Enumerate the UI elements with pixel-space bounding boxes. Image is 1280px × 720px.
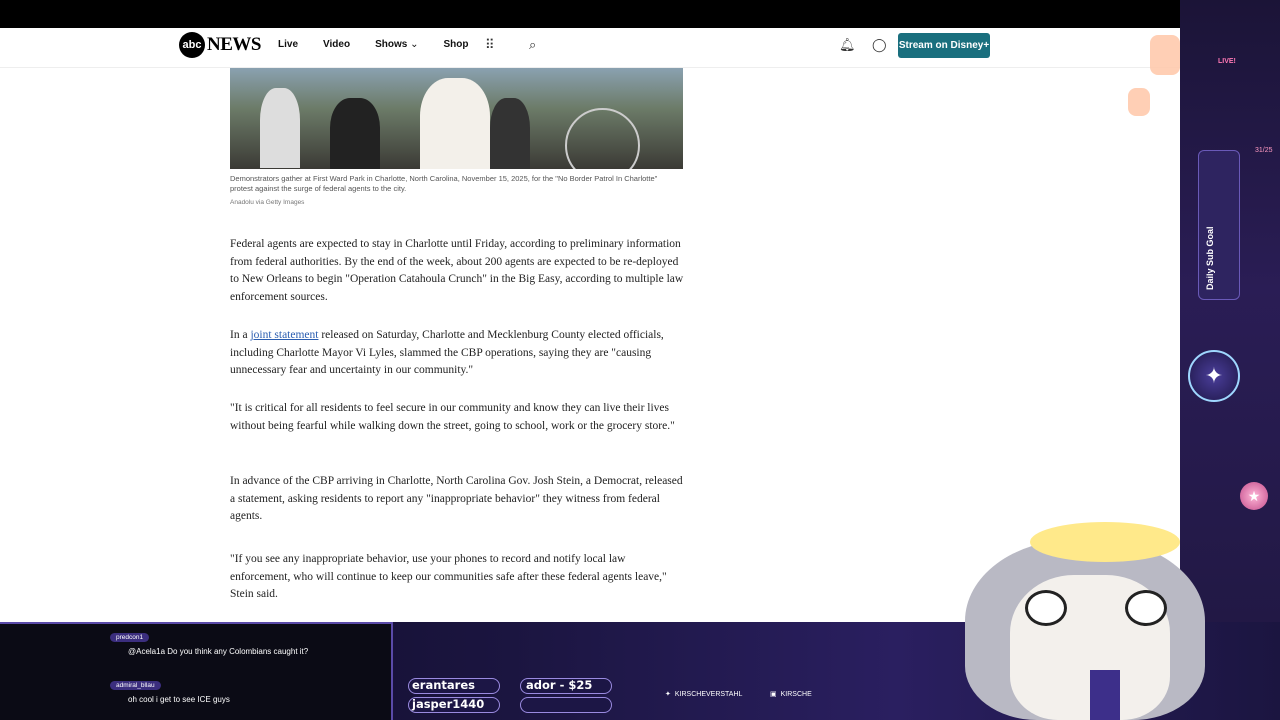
nav-shows-label: Shows [375,39,408,50]
article-paragraph: "If you see any inappropriate behavior, … [230,553,667,601]
ticker-donation: ador - $25 [526,678,593,692]
stream-on-disney-button[interactable]: Stream on Disney+ [898,33,990,58]
nav-shop[interactable]: Shop [443,39,468,50]
photo-figure [420,78,490,169]
chat-username: predcon1 [110,633,150,642]
lantern-decoration [1128,88,1150,116]
nav-video[interactable]: Video [323,39,350,50]
photo-credit: Anadolu via Getty Images [230,199,305,206]
joint-statement-link[interactable]: joint statement [250,329,318,341]
live-tag: LIVE! [1218,58,1236,65]
grid-menu-icon[interactable]: ⠿ [485,37,495,53]
news-logo-text: NEWS [207,34,261,55]
social-twitter: ✦ KIRSCHEVERSTAHL [665,690,743,699]
nav-shows[interactable]: Shows ⌄ [375,39,418,50]
search-icon[interactable]: ⌕ [529,37,536,53]
avatar-tie [1090,670,1120,720]
avatar-eye [1025,590,1067,626]
abc-logo-mark: abc [179,32,205,58]
avatar-hat [1030,522,1180,562]
star-icon: ★ [1240,482,1268,510]
photo-caption: Demonstrators gather at First Ward Park … [230,174,658,193]
avatar-eye [1125,590,1167,626]
social-handle: KIRSCHEVERSTAHL [674,690,743,698]
article-paragraph: "It is critical for all residents to fee… [230,402,675,432]
vtuber-avatar [945,520,1235,720]
ticker-subscriber: jasper1440 [412,697,485,711]
user-icon[interactable]: ◯ [872,37,887,53]
photo-figure [330,98,380,169]
article-paragraph: Federal agents are expected to stay in C… [230,238,684,304]
ticker-pill [520,697,612,713]
star-icon: ✦ [1188,350,1240,402]
twitter-icon: ✦ [665,691,671,698]
article-paragraph: In advance of the CBP arriving in Charlo… [230,475,683,523]
browser-top-bar [0,0,1280,28]
sub-goal-label: Daily Sub Goal [1205,226,1215,290]
photo-figure [260,88,300,168]
chat-box: predcon1 @Acela1a Do you think any Colom… [0,622,393,720]
nav-live[interactable]: Live [278,39,298,50]
photo-figure [490,98,530,169]
chat-bubble-icon: ▣ [770,691,777,698]
paragraph-text: In a [230,329,251,341]
sub-goal-count: 31/25 [1255,147,1273,154]
article-photo [230,68,683,169]
main-nav: Live Video Shows ⌄ Shop [278,39,493,50]
social-handle: KIRSCHE [780,690,812,698]
site-header: abc NEWS Live Video Shows ⌄ Shop ⠿ ⌕ 🔔︎ … [0,28,1180,68]
article-paragraph: In a joint statement released on Saturda… [230,327,685,380]
bell-icon[interactable]: 🔔︎ [839,37,856,53]
chat-message: oh cool i get to see ICE guys [128,695,230,704]
chevron-down-icon: ⌄ [410,39,419,50]
chat-username: admiral_bllau [110,681,161,690]
photo-dome [565,108,640,169]
lantern-decoration [1150,35,1180,75]
social-discord: ▣ KIRSCHE [770,690,812,699]
abc-news-logo[interactable]: abc NEWS [179,32,261,58]
ticker-follower: erantares [412,678,475,692]
chat-message: @Acela1a Do you think any Colombians cau… [128,647,309,656]
